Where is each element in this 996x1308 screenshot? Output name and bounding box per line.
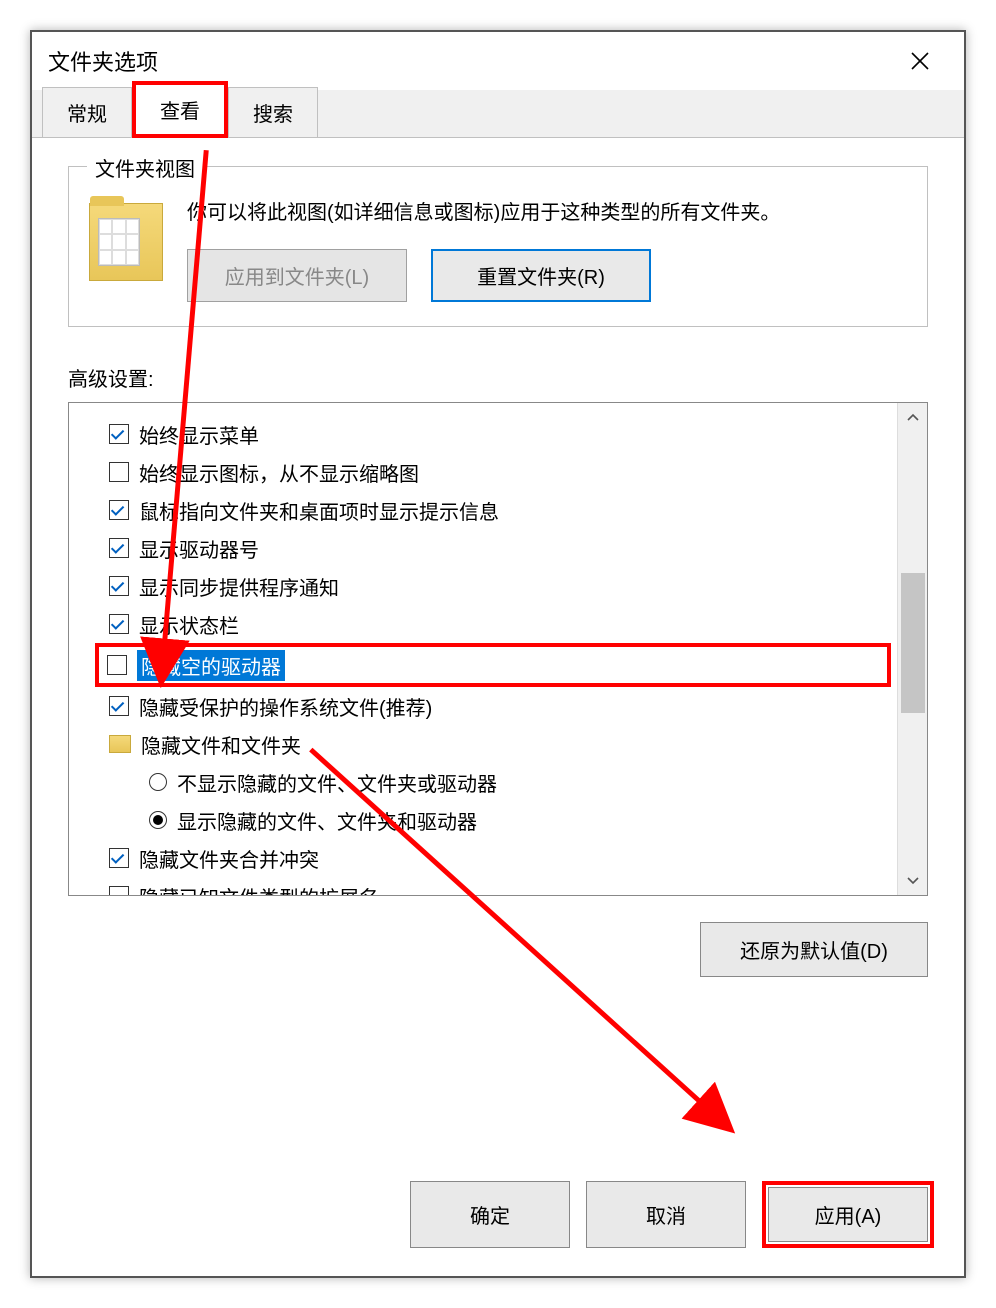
item-label: 鼠标指向文件夹和桌面项时显示提示信息 bbox=[139, 496, 499, 525]
checkbox[interactable] bbox=[109, 886, 129, 896]
list-item[interactable]: 显示隐藏的文件、文件夹和驱动器 bbox=[109, 801, 891, 839]
apply-button[interactable]: 应用(A) bbox=[768, 1187, 928, 1242]
scroll-down-button[interactable] bbox=[898, 867, 928, 895]
item-label: 显示隐藏的文件、文件夹和驱动器 bbox=[177, 806, 477, 835]
list-item[interactable]: 隐藏空的驱动器 bbox=[95, 643, 891, 687]
scroll-up-button[interactable] bbox=[898, 403, 928, 431]
dialog-title: 文件夹选项 bbox=[48, 45, 892, 77]
list-item[interactable]: 不显示隐藏的文件、文件夹或驱动器 bbox=[109, 763, 891, 801]
radio[interactable] bbox=[149, 811, 167, 829]
item-label: 显示驱动器号 bbox=[139, 534, 259, 563]
item-label: 显示同步提供程序通知 bbox=[139, 572, 339, 601]
tab-search[interactable]: 搜索 bbox=[228, 87, 318, 137]
list-item[interactable]: 显示同步提供程序通知 bbox=[109, 567, 891, 605]
list-item[interactable]: 隐藏已知文件类型的扩展名 bbox=[109, 877, 891, 896]
list-item[interactable]: 显示状态栏 bbox=[109, 605, 891, 643]
checkbox[interactable] bbox=[109, 696, 129, 716]
checkbox[interactable] bbox=[109, 576, 129, 596]
close-icon bbox=[910, 51, 930, 71]
radio[interactable] bbox=[149, 773, 167, 791]
checkbox[interactable] bbox=[109, 614, 129, 634]
tab-content: 文件夹视图 你可以将此视图(如详细信息或图标)应用于这种类型的所有文件夹。 应用… bbox=[32, 138, 964, 1165]
list-item[interactable]: 始终显示图标，从不显示缩略图 bbox=[109, 453, 891, 491]
tab-view[interactable]: 查看 bbox=[132, 81, 228, 138]
group-description: 你可以将此视图(如详细信息或图标)应用于这种类型的所有文件夹。 bbox=[187, 197, 907, 229]
item-label: 隐藏文件夹合并冲突 bbox=[139, 844, 319, 873]
folder-views-group: 文件夹视图 你可以将此视图(如详细信息或图标)应用于这种类型的所有文件夹。 应用… bbox=[68, 166, 928, 327]
item-label: 始终显示图标，从不显示缩略图 bbox=[139, 458, 419, 487]
checkbox[interactable] bbox=[107, 655, 127, 675]
scroll-thumb[interactable] bbox=[901, 573, 925, 713]
list-item[interactable]: 显示驱动器号 bbox=[109, 529, 891, 567]
advanced-settings-list[interactable]: 始终显示菜单始终显示图标，从不显示缩略图鼠标指向文件夹和桌面项时显示提示信息显示… bbox=[68, 402, 928, 896]
chevron-down-icon bbox=[907, 877, 919, 885]
item-label: 隐藏文件和文件夹 bbox=[141, 730, 301, 759]
list-item[interactable]: 隐藏文件和文件夹 bbox=[109, 725, 891, 763]
apply-to-folders-button: 应用到文件夹(L) bbox=[187, 249, 407, 302]
checkbox[interactable] bbox=[109, 462, 129, 482]
chevron-up-icon bbox=[907, 413, 919, 421]
tabs: 常规 查看 搜索 bbox=[32, 90, 964, 138]
list-item[interactable]: 隐藏文件夹合并冲突 bbox=[109, 839, 891, 877]
list-item[interactable]: 鼠标指向文件夹和桌面项时显示提示信息 bbox=[109, 491, 891, 529]
tab-general[interactable]: 常规 bbox=[42, 87, 132, 137]
item-label: 始终显示菜单 bbox=[139, 420, 259, 449]
checkbox[interactable] bbox=[109, 848, 129, 868]
list-item[interactable]: 始终显示菜单 bbox=[109, 415, 891, 453]
item-label: 显示状态栏 bbox=[139, 610, 239, 639]
close-button[interactable] bbox=[892, 41, 948, 81]
reset-folders-button[interactable]: 重置文件夹(R) bbox=[431, 249, 651, 302]
folder-icon bbox=[109, 735, 131, 753]
folder-options-dialog: 文件夹选项 常规 查看 搜索 文件夹视图 你可以将此视图(如详细信息或图标)应用… bbox=[32, 32, 964, 1276]
folder-icon bbox=[89, 203, 163, 281]
checkbox[interactable] bbox=[109, 538, 129, 558]
checkbox[interactable] bbox=[109, 500, 129, 520]
item-label: 不显示隐藏的文件、文件夹或驱动器 bbox=[177, 768, 497, 797]
ok-button[interactable]: 确定 bbox=[410, 1181, 570, 1248]
item-label: 隐藏受保护的操作系统文件(推荐) bbox=[139, 692, 432, 721]
item-label: 隐藏已知文件类型的扩展名 bbox=[139, 882, 379, 897]
advanced-settings-label: 高级设置: bbox=[68, 363, 928, 392]
dialog-footer: 确定 取消 应用(A) bbox=[32, 1165, 964, 1276]
group-title: 文件夹视图 bbox=[87, 153, 203, 182]
item-label: 隐藏空的驱动器 bbox=[137, 650, 285, 681]
list-item[interactable]: 隐藏受保护的操作系统文件(推荐) bbox=[109, 687, 891, 725]
checkbox[interactable] bbox=[109, 424, 129, 444]
restore-defaults-button[interactable]: 还原为默认值(D) bbox=[700, 922, 928, 977]
apply-button-highlight: 应用(A) bbox=[762, 1181, 934, 1248]
cancel-button[interactable]: 取消 bbox=[586, 1181, 746, 1248]
scrollbar[interactable] bbox=[897, 403, 927, 895]
